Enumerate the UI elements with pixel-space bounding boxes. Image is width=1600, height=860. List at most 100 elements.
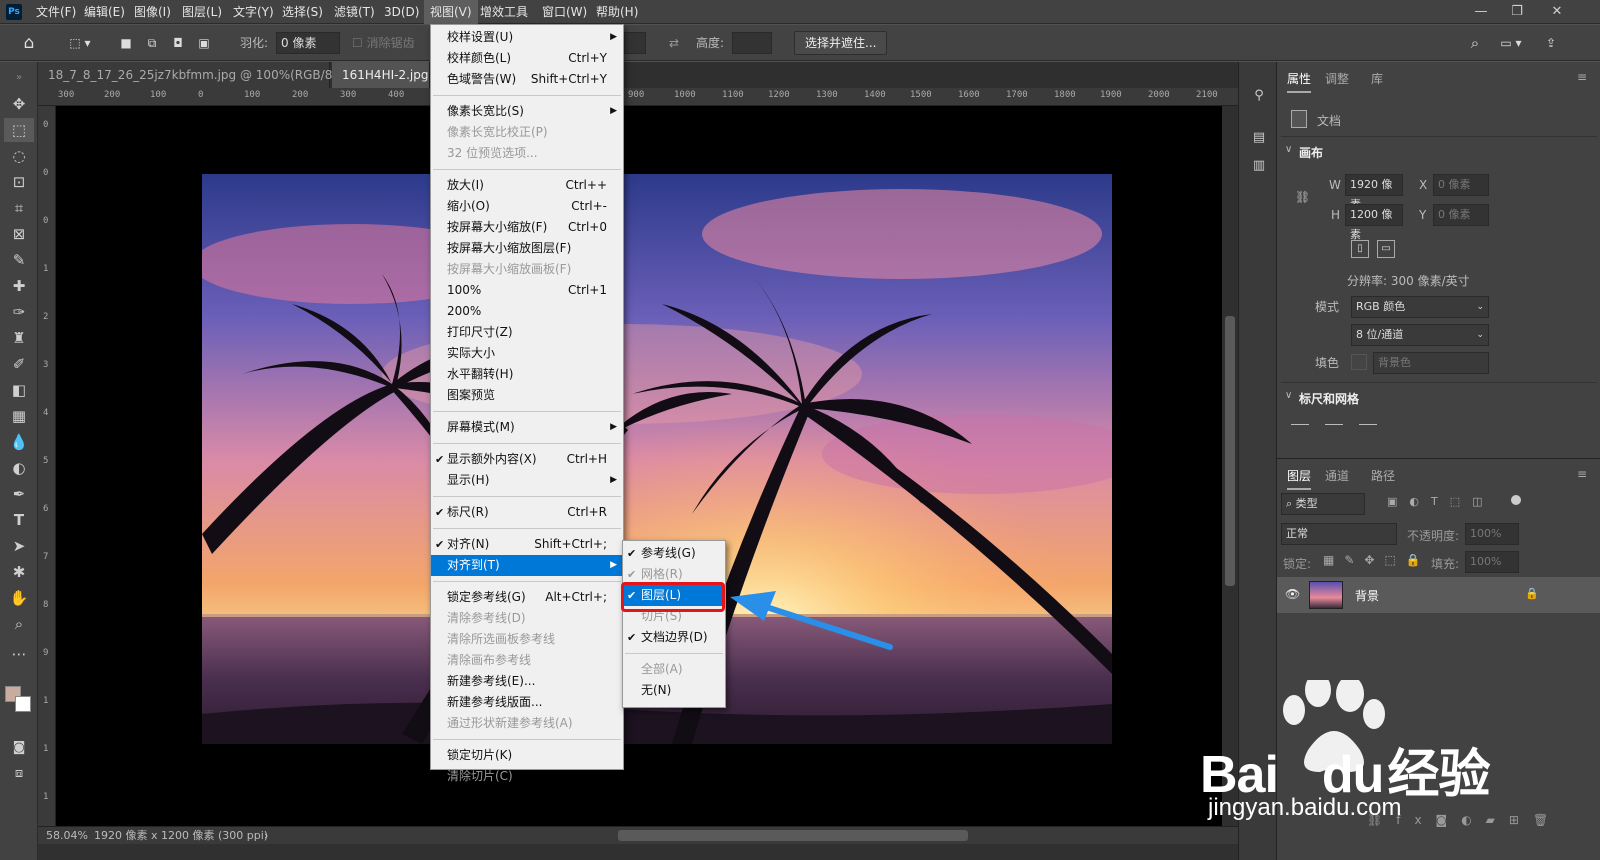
collapse-icon[interactable]: » <box>4 66 34 90</box>
canvas-width-field[interactable]: 1920 像素 <box>1345 174 1403 211</box>
view-menu-item[interactable]: 新建参考线(E)... <box>431 671 623 692</box>
view-menu-item[interactable]: 100% Ctrl+1 <box>431 280 623 301</box>
view-menu-item[interactable]: 水平翻转(H) <box>431 364 623 385</box>
view-menu-item[interactable]: 色域警告(W) Shift+Ctrl+Y <box>431 69 623 90</box>
landscape-icon[interactable]: ▭ <box>1377 240 1395 258</box>
height-input[interactable] <box>732 32 772 54</box>
intersect-selection-icon[interactable]: ▣ <box>194 32 214 54</box>
move-tool-icon[interactable]: ✥ <box>4 92 34 116</box>
marquee-tool-icon[interactable]: ⬚ <box>4 118 34 142</box>
frame-tool-icon[interactable]: ⊠ <box>4 222 34 246</box>
menu-11[interactable]: 帮助(H) <box>590 0 644 24</box>
background-color-swatch[interactable] <box>15 696 31 712</box>
stamp-tool-icon[interactable]: ♜ <box>4 326 34 350</box>
search-icon[interactable]: ⌕ <box>1464 32 1486 54</box>
hand-tool-icon[interactable]: ✋ <box>4 586 34 610</box>
view-menu-item[interactable]: 屏幕模式(M) ▶ <box>431 417 623 438</box>
pen-tool-icon[interactable]: ✒ <box>4 482 34 506</box>
dodge-tool-icon[interactable]: ◐ <box>4 456 34 480</box>
menu-1[interactable]: 编辑(E) <box>78 0 131 24</box>
view-menu-item[interactable]: 锁定切片(K) <box>431 745 623 766</box>
menu-2[interactable]: 图像(I) <box>128 0 177 24</box>
view-menu-item[interactable]: 像素长宽比(S) ▶ <box>431 101 623 122</box>
menu-9[interactable]: 增效工具 <box>474 0 534 24</box>
menu-5[interactable]: 选择(S) <box>276 0 329 24</box>
bit-depth-select[interactable]: 8 位/通道 ⌄ <box>1351 324 1489 346</box>
canvas-height-field[interactable]: 1200 像素 <box>1345 204 1403 241</box>
scroll-thumb[interactable] <box>1225 316 1235 586</box>
menu-0[interactable]: 文件(F) <box>30 0 82 24</box>
snap-submenu-item[interactable]: 无(N) <box>623 680 725 701</box>
tab-properties[interactable]: 属性 <box>1287 70 1312 93</box>
view-menu-item[interactable]: 锁定参考线(G) Alt+Ctrl+; <box>431 587 623 608</box>
view-menu-item[interactable]: 按屏幕大小缩放(F) Ctrl+0 <box>431 217 623 238</box>
feather-input[interactable]: 0 像素 <box>276 32 340 54</box>
close-window-button[interactable]: ✕ <box>1540 0 1574 24</box>
type-tool-icon[interactable]: T <box>4 508 34 532</box>
panel-menu-icon[interactable]: ≡ <box>1577 70 1587 84</box>
more-tools-icon[interactable]: ⋯ <box>4 642 34 666</box>
history-panel-icon[interactable]: ▤ <box>1249 128 1269 148</box>
minimize-button[interactable]: — <box>1464 0 1498 24</box>
visibility-eye-icon[interactable]: 👁 <box>1285 587 1300 601</box>
view-menu-item[interactable]: 打印尺寸(Z) <box>431 322 623 343</box>
view-menu-item[interactable]: 校样颜色(L) Ctrl+Y <box>431 48 623 69</box>
canvas-area[interactable] <box>56 106 1238 826</box>
menu-4[interactable]: 文字(Y) <box>227 0 280 24</box>
tab-paths[interactable]: 路径 <box>1371 467 1395 484</box>
healing-tool-icon[interactable]: ✚ <box>4 274 34 298</box>
menu-6[interactable]: 滤镜(T) <box>328 0 381 24</box>
view-menu-item[interactable]: 200% <box>431 301 623 322</box>
subtract-selection-icon[interactable]: ◘ <box>168 32 188 54</box>
snap-submenu-item[interactable]: 参考线(G) ✔ <box>623 543 725 564</box>
menu-3[interactable]: 图层(L) <box>176 0 228 24</box>
view-menu-item[interactable]: 对齐(N) ✔ Shift+Ctrl+; <box>431 534 623 555</box>
quick-mask-icon[interactable]: ◙ <box>4 736 34 760</box>
filter-icons[interactable]: ▣◐T⬚◫ <box>1387 495 1495 508</box>
tab-layers[interactable]: 图层 <box>1287 467 1312 490</box>
blur-tool-icon[interactable]: 💧 <box>4 430 34 454</box>
menu-8[interactable]: 视图(V) <box>424 0 478 24</box>
menu-10[interactable]: 窗口(W) <box>536 0 593 24</box>
filter-toggle-icon[interactable] <box>1511 495 1521 505</box>
view-menu-item[interactable]: 新建参考线版面... <box>431 692 623 713</box>
gradient-tool-icon[interactable]: ▦ <box>4 404 34 428</box>
view-menu-item[interactable]: 放大(I) Ctrl++ <box>431 175 623 196</box>
view-menu-item[interactable]: 校样设置(U) ▶ <box>431 27 623 48</box>
view-menu-item[interactable]: 实际大小 <box>431 343 623 364</box>
chevron-down-icon[interactable]: ∨ <box>1285 390 1292 401</box>
canvas-x-field[interactable]: 0 像素 <box>1433 174 1489 196</box>
path-select-tool-icon[interactable]: ➤ <box>4 534 34 558</box>
tab-libraries[interactable]: 库 <box>1371 70 1383 87</box>
shape-tool-icon[interactable]: ✱ <box>4 560 34 584</box>
fill-select[interactable]: 背景色 <box>1373 352 1489 374</box>
zoom-tool-icon[interactable]: ⌕ <box>4 612 34 636</box>
crop-tool-icon[interactable]: ⌗ <box>4 196 34 220</box>
view-menu-item[interactable]: 对齐到(T) ▶ <box>431 555 623 576</box>
snap-submenu-item[interactable]: 文档边界(D) ✔ <box>623 627 725 648</box>
portrait-icon[interactable]: ▯ <box>1351 240 1369 258</box>
panel-menu-icon[interactable]: ≡ <box>1577 467 1587 481</box>
marquee-preset-icon[interactable]: ⬚ ▾ <box>58 32 102 54</box>
horizontal-scroll-thumb[interactable] <box>618 830 968 841</box>
view-menu-item[interactable]: 显示额外内容(X) ✔ Ctrl+H <box>431 449 623 470</box>
view-menu-item[interactable]: 缩小(O) Ctrl+- <box>431 196 623 217</box>
new-selection-icon[interactable]: ■ <box>116 32 136 54</box>
width-input[interactable] <box>624 32 646 54</box>
zoom-level[interactable]: 58.04% <box>46 827 88 845</box>
view-menu-item[interactable]: 图案预览 <box>431 385 623 406</box>
home-icon[interactable]: ⌂ <box>14 32 44 54</box>
lock-icons[interactable]: ▦✎✥⬚🔒 <box>1323 553 1431 567</box>
eyedropper-tool-icon[interactable]: ✎ <box>4 248 34 272</box>
eraser-tool-icon[interactable]: ◧ <box>4 378 34 402</box>
quick-select-tool-icon[interactable]: ⊡ <box>4 170 34 194</box>
tab-channels[interactable]: 通道 <box>1325 467 1349 484</box>
menu-7[interactable]: 3D(D) <box>378 0 425 24</box>
fill-field[interactable]: 100% <box>1465 551 1519 573</box>
chevron-down-icon[interactable]: ∨ <box>1285 144 1292 155</box>
tab-document-1[interactable]: 18_7_8_17_26_25jz7kbfmm.jpg @ 100%(RGB/8… <box>38 62 367 88</box>
brush-tool-icon[interactable]: ✑ <box>4 300 34 324</box>
add-selection-icon[interactable]: ⧉ <box>142 32 162 54</box>
fill-swatch[interactable] <box>1351 354 1367 370</box>
canvas-y-field[interactable]: 0 像素 <box>1433 204 1489 226</box>
